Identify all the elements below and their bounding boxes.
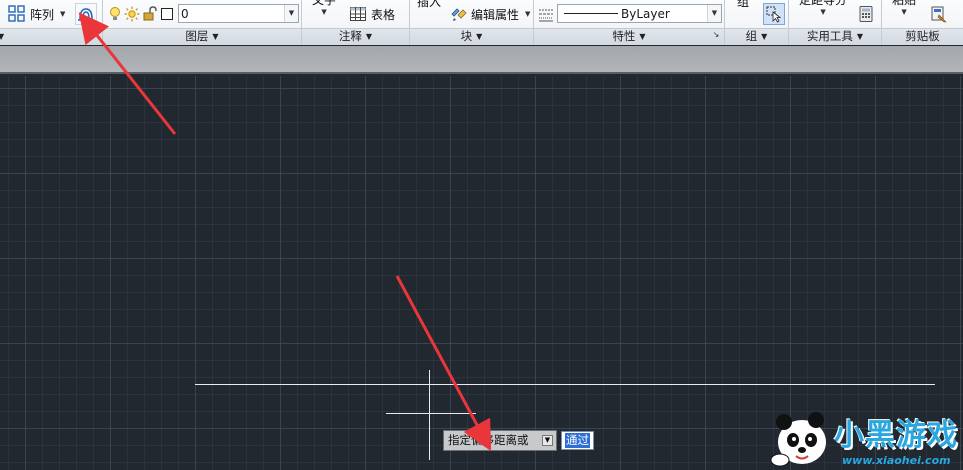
dialog-launcher-icon[interactable]: ↘ — [712, 31, 720, 39]
sun-icon[interactable] — [124, 6, 140, 22]
panel-expand-icon: ▼ — [639, 32, 646, 41]
offset-icon — [77, 5, 95, 23]
table-icon — [349, 5, 367, 23]
annotation-arrow-to-offset — [395, 275, 492, 452]
insert-button[interactable]: 插入 — [417, 0, 441, 11]
linetype-value: ByLayer — [621, 6, 670, 21]
array-dropdown-icon[interactable]: ▼ — [60, 10, 65, 18]
utilities-panel-title-label: 实用工具 — [806, 29, 853, 43]
annotation-panel: 文字 ▼ 表格 注释 ▼ — [302, 0, 410, 45]
panel-expand-icon: ▼ — [761, 32, 768, 41]
edit-attributes-icon — [450, 5, 468, 23]
panel-expand-icon: ▼ — [0, 32, 5, 41]
unlock-icon[interactable] — [142, 6, 158, 22]
linetype-preview — [564, 13, 618, 14]
properties-panel: ByLayer ▼ 特性 ▼ ↘ — [534, 0, 725, 45]
group-select-icon — [765, 5, 783, 23]
groups-panel-title-label: 组 — [745, 29, 758, 43]
panel-expand-icon: ▼ — [476, 32, 483, 41]
properties-panel-title-label: 特性 — [612, 29, 636, 43]
panel-expand-icon: ▼ — [856, 32, 864, 41]
edit-attributes-label: 编辑属性 — [471, 7, 520, 22]
groups-panel-title[interactable]: 组 ▼ — [725, 28, 788, 45]
layer-state-icons[interactable] — [108, 4, 173, 24]
paste-dropdown-icon[interactable]: ▼ — [901, 8, 906, 16]
properties-panel-title[interactable]: 特性 ▼ ↘ — [534, 28, 724, 45]
layer-dropdown[interactable]: 0 ▼ — [178, 4, 299, 23]
clipboard-panel-title[interactable]: 剪贴板 — [882, 28, 963, 45]
match-properties-icon — [930, 5, 948, 23]
group-select-button[interactable] — [763, 3, 785, 25]
edit-attributes-dropdown-icon[interactable]: ▼ — [525, 10, 530, 18]
paste-button[interactable]: 粘贴 ▼ — [892, 0, 916, 25]
measure-label: 定距等分 — [799, 0, 848, 7]
offset-button[interactable] — [75, 3, 97, 25]
chevron-down-icon[interactable]: ▼ — [284, 5, 298, 22]
group-label: 组 — [737, 0, 750, 9]
insert-label: 插入 — [417, 0, 442, 9]
modify-panel-title[interactable]: ▼ — [0, 28, 102, 45]
annotation-panel-title-label: 注释 — [338, 29, 362, 43]
table-label: 表格 — [371, 7, 396, 22]
measure-button[interactable]: 定距等分 ▼ — [799, 0, 847, 25]
array-button[interactable]: 阵列 ▼ — [8, 4, 65, 24]
layers-panel-title[interactable]: 图层 ▼ — [103, 28, 301, 45]
clipboard-panel-title-label: 剪贴板 — [905, 29, 940, 43]
linetype-dropdown[interactable]: ByLayer ▼ — [557, 4, 722, 23]
text-label: 文字 — [312, 0, 337, 7]
current-layer-name: 0 — [181, 6, 189, 21]
annotation-arrows — [395, 275, 492, 452]
block-panel: 插入 编辑属性 ▼ 块 ▼ — [410, 0, 534, 45]
ribbon: 阵列 ▼ ▼ 0 ▼ 图层 ▼ 文字 ▼ 表格 注释 ▼ 插入 编辑属性 ▼ 块… — [0, 0, 963, 45]
group-button[interactable]: 组 — [737, 0, 749, 11]
panel-expand-icon: ▼ — [365, 32, 373, 41]
chevron-down-icon[interactable]: ▼ — [707, 5, 721, 22]
text-button[interactable]: 文字 ▼ — [312, 0, 336, 25]
edit-attributes-button[interactable]: 编辑属性 ▼ — [450, 4, 530, 24]
match-properties-button[interactable] — [928, 3, 950, 25]
utilities-panel: 定距等分 ▼ 实用工具 ▼ — [789, 0, 882, 45]
block-panel-title-label: 块 — [460, 29, 473, 43]
file-tab-bar — [0, 46, 963, 74]
layers-panel: 0 ▼ 图层 ▼ — [103, 0, 302, 45]
linetype-icon — [538, 5, 554, 25]
paste-label: 粘贴 — [892, 0, 917, 7]
block-panel-title[interactable]: 块 ▼ — [410, 28, 533, 45]
annotation-panel-title[interactable]: 注释 ▼ — [302, 28, 409, 45]
panel-expand-icon: ▼ — [212, 32, 219, 41]
modify-panel: 阵列 ▼ ▼ — [0, 0, 103, 45]
groups-panel: 组 组 ▼ — [725, 0, 789, 45]
text-dropdown-icon[interactable]: ▼ — [321, 8, 326, 16]
layers-panel-title-label: 图层 — [185, 29, 209, 43]
array-label: 阵列 — [30, 7, 55, 22]
lightbulb-icon[interactable] — [108, 6, 122, 22]
clipboard-panel: 粘贴 ▼ 剪贴板 — [882, 0, 963, 45]
array-icon — [8, 5, 26, 23]
table-button[interactable]: 表格 — [349, 4, 395, 24]
calculator-icon — [857, 5, 875, 23]
layer-color-swatch[interactable] — [161, 8, 173, 20]
measure-dropdown-icon[interactable]: ▼ — [820, 8, 825, 16]
calculator-button[interactable] — [857, 4, 875, 24]
drawing-canvas[interactable]: 指定偏移距离或 ▼ 通过 小黑游戏 www.xiaohei.com — [0, 76, 963, 470]
utilities-panel-title[interactable]: 实用工具 ▼ — [789, 28, 881, 45]
